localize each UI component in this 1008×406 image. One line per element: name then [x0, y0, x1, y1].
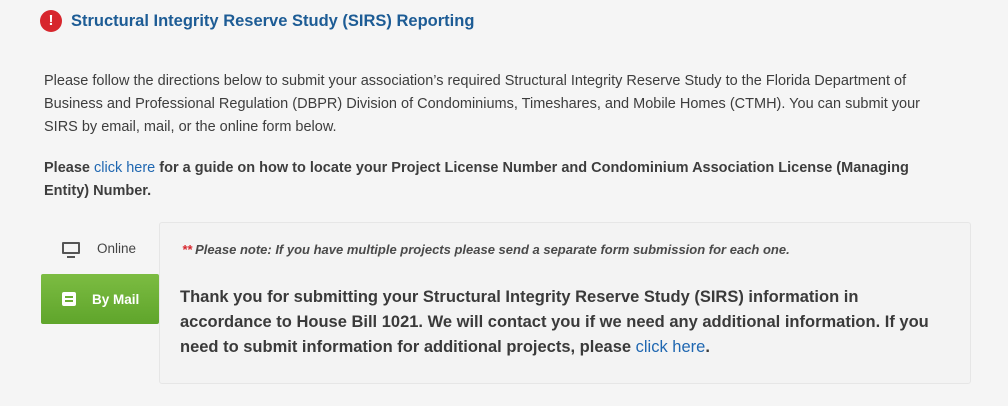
mail-icon [62, 292, 76, 306]
tab-by-mail[interactable]: By Mail [41, 274, 159, 324]
page-header: ! Structural Integrity Reserve Study (SI… [40, 10, 474, 32]
guide-prefix: Please [44, 160, 94, 176]
intro-paragraph: Please follow the directions below to su… [44, 73, 921, 135]
monitor-icon [62, 242, 80, 258]
tab-online[interactable]: Online [41, 222, 159, 274]
guide-paragraph: Please click here for a guide on how to … [44, 157, 954, 203]
thank-you-end: . [705, 338, 710, 356]
thank-you-text: Thank you for submitting your Structural… [180, 288, 929, 356]
thank-you-message: Thank you for submitting your Structural… [180, 285, 950, 360]
submission-method-tabs: Online By Mail [41, 222, 159, 382]
page-title: Structural Integrity Reserve Study (SIRS… [71, 11, 475, 30]
exclamation-circle-icon: ! [40, 10, 62, 32]
tab-by-mail-label: By Mail [92, 291, 140, 307]
tab-content-panel: ** Please note: If you have multiple proj… [159, 222, 971, 384]
guide-link[interactable]: click here [94, 160, 155, 176]
multiple-projects-note: ** Please note: If you have multiple proj… [182, 242, 790, 257]
guide-suffix: for a guide on how to locate your Projec… [44, 160, 909, 199]
note-text: Please note: If you have multiple projec… [195, 242, 790, 257]
note-asterisks: ** [182, 242, 193, 257]
additional-projects-link[interactable]: click here [636, 338, 706, 356]
tab-online-label: Online [97, 240, 137, 256]
